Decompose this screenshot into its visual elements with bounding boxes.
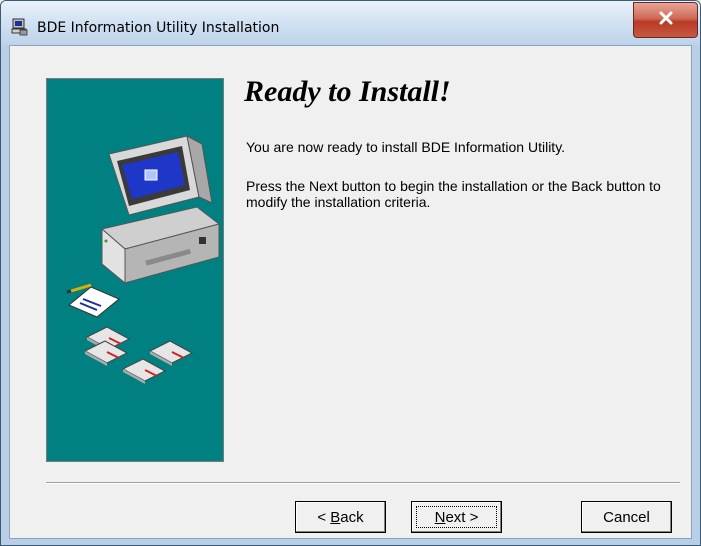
instructions-message: Press the Next button to begin the insta…	[246, 178, 661, 210]
cancel-button-label: Cancel	[603, 508, 650, 526]
focus-indicator	[416, 506, 497, 528]
cancel-button[interactable]: Cancel	[581, 501, 672, 533]
back-button[interactable]: < Back	[295, 501, 386, 533]
back-button-label: < Back	[317, 508, 364, 526]
window-title: BDE Information Utility Installation	[37, 20, 280, 36]
next-button[interactable]: Next >	[411, 501, 502, 533]
title-bar[interactable]: BDE Information Utility Installation	[1, 1, 700, 45]
installer-computer-icon	[11, 18, 29, 36]
close-icon	[658, 11, 674, 30]
side-banner	[46, 78, 224, 462]
dialog-client-area: Ready to Install! You are now ready to i…	[9, 45, 692, 539]
page-heading: Ready to Install!	[244, 75, 451, 108]
computer-with-disks-illustration	[66, 135, 221, 384]
button-divider	[46, 482, 680, 484]
ready-message: You are now ready to install BDE Informa…	[246, 139, 566, 155]
installer-window: BDE Information Utility Installation Rea…	[0, 0, 701, 546]
close-button[interactable]	[633, 2, 698, 38]
